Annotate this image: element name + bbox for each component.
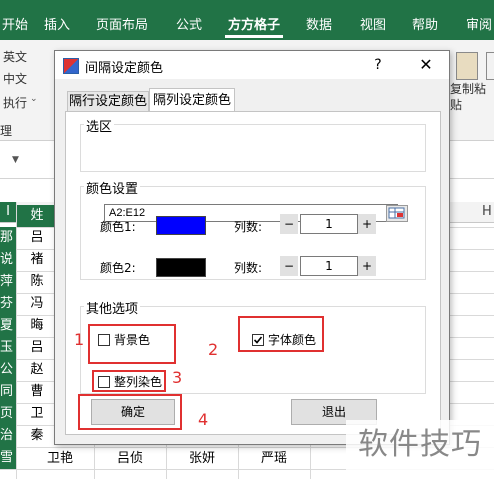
- table-cell[interactable]: 吕侦: [100, 448, 160, 470]
- ribbon-item-execute[interactable]: 执行: [3, 94, 27, 111]
- row-header[interactable]: 玉: [0, 337, 16, 359]
- annotation-number: 1: [74, 330, 85, 349]
- row-header[interactable]: 公: [0, 359, 16, 381]
- color1-cols-label: 列数:: [234, 220, 263, 234]
- table-cell[interactable]: 曹: [17, 381, 57, 403]
- color2-cols-input[interactable]: 1: [300, 256, 358, 276]
- row-header[interactable]: 芬: [0, 293, 16, 315]
- table-cell[interactable]: 陈: [17, 271, 57, 293]
- range-group-title: 选区: [84, 116, 115, 135]
- ribbon-tab-home[interactable]: 开始: [2, 14, 28, 33]
- color2-swatch[interactable]: [156, 258, 206, 277]
- other-options-title: 其他选项: [84, 298, 141, 317]
- row-header[interactable]: 夏: [0, 315, 16, 337]
- close-icon[interactable]: ✕: [411, 54, 441, 76]
- table-cell[interactable]: 吕: [17, 337, 57, 359]
- ribbon-tab-page-layout[interactable]: 页面布局: [96, 14, 148, 33]
- ribbon-tab-help[interactable]: 帮助: [412, 14, 438, 33]
- row-header[interactable]: 那: [0, 227, 16, 249]
- table-cell[interactable]: 吕: [17, 227, 57, 249]
- ribbon-item-copy-paste[interactable]: 复制粘: [450, 80, 486, 97]
- row-header[interactable]: 治: [0, 425, 16, 447]
- table-cell[interactable]: 冯: [17, 293, 57, 315]
- color2-decrement-button[interactable]: −: [280, 256, 298, 276]
- ribbon-tab-ffcell[interactable]: 方方格子: [228, 14, 280, 33]
- table-cell[interactable]: 严瑶: [244, 448, 304, 470]
- active-tab-indicator: [225, 35, 283, 38]
- tab-row-color[interactable]: 隔行设定颜色: [67, 91, 149, 112]
- table-cell[interactable]: 卫艳: [30, 448, 90, 470]
- color1-cols-input[interactable]: 1: [300, 214, 358, 234]
- ribbon-tab-bar: 开始 插入 页面布局 公式 方方格子 数据 视图 帮助 审阅: [0, 0, 494, 40]
- table-cell[interactable]: 赵: [17, 359, 57, 381]
- color1-decrement-button[interactable]: −: [280, 214, 298, 234]
- annotation-number: 4: [198, 410, 209, 429]
- annotation-number: 3: [172, 368, 183, 387]
- help-button[interactable]: ?: [363, 55, 393, 75]
- paste-icon[interactable]: [456, 52, 478, 80]
- dialog-titlebar[interactable]: 间隔设定颜色 ? ✕: [55, 51, 449, 79]
- color2-increment-button[interactable]: +: [358, 256, 376, 276]
- chevron-down-icon[interactable]: ▼: [12, 155, 19, 165]
- ribbon-tab-formulas[interactable]: 公式: [176, 14, 202, 33]
- table-cell[interactable]: 秦: [17, 425, 57, 447]
- ribbon-item-english[interactable]: 英文: [3, 48, 27, 65]
- row-header[interactable]: 萍: [0, 271, 16, 293]
- color1-increment-button[interactable]: +: [358, 214, 376, 234]
- color-settings-title: 颜色设置: [84, 178, 141, 197]
- table-cell[interactable]: 卫: [17, 403, 57, 425]
- table-cell[interactable]: 张妍: [172, 448, 232, 470]
- row-header[interactable]: 同: [0, 381, 16, 403]
- ribbon-item-chinese[interactable]: 中文: [3, 70, 27, 87]
- ribbon-tab-insert[interactable]: 插入: [44, 14, 70, 33]
- clipboard-icon[interactable]: [486, 52, 494, 80]
- dialog-title: 间隔设定颜色: [85, 61, 164, 76]
- ribbon-tab-data[interactable]: 数据: [306, 14, 332, 33]
- color1-swatch[interactable]: [156, 216, 206, 235]
- row-header[interactable]: 雪: [0, 447, 16, 469]
- color2-cols-label: 列数:: [234, 261, 263, 275]
- table-cell[interactable]: 褚: [17, 249, 57, 271]
- ribbon-tab-view[interactable]: 视图: [360, 14, 386, 33]
- ribbon-group-label: 理: [0, 124, 13, 138]
- table-cell[interactable]: 姓: [17, 205, 57, 227]
- chevron-down-icon: ⌄: [30, 94, 38, 104]
- annotation-box: [92, 370, 166, 392]
- watermark: 软件技巧: [346, 420, 494, 470]
- row-header[interactable]: 页: [0, 403, 16, 425]
- annotation-box: [78, 394, 182, 430]
- color1-label: 颜色1:: [100, 220, 136, 234]
- ribbon-tab-review[interactable]: 审阅: [466, 14, 492, 33]
- ribbon-item-paste-suffix: 贴: [450, 98, 463, 112]
- row-header[interactable]: 说: [0, 249, 16, 271]
- range-group: [80, 124, 426, 172]
- annotation-box: [88, 324, 176, 364]
- table-cell[interactable]: 晦: [17, 315, 57, 337]
- tab-column-color[interactable]: 隔列设定颜色: [149, 88, 235, 112]
- annotation-number: 2: [208, 340, 219, 359]
- app-icon: [63, 58, 79, 74]
- annotation-box: [238, 316, 324, 352]
- color2-label: 颜色2:: [100, 261, 136, 275]
